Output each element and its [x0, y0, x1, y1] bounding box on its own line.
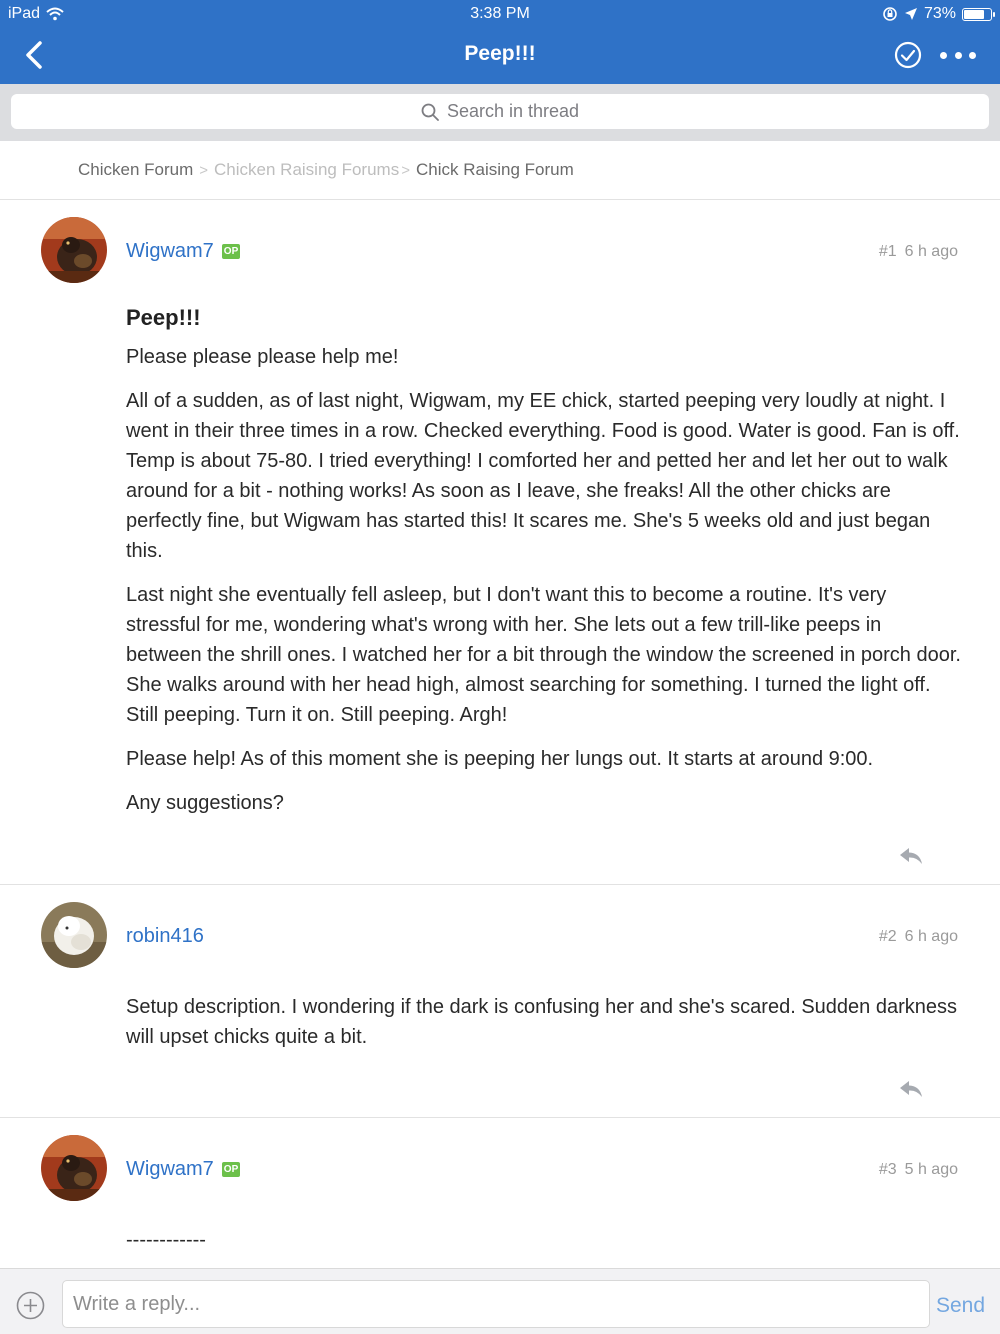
battery-icon: [962, 7, 995, 21]
search-icon: [421, 103, 439, 121]
post-paragraph: Any suggestions?: [126, 792, 284, 814]
battery-percent: 73%: [923, 5, 956, 22]
more-dot: [940, 51, 947, 59]
more-dot: [954, 51, 962, 59]
nav-bar: Peep!!!: [0, 28, 1000, 84]
post-2: robin416 #2 6 h ago Setup description. I …: [0, 885, 1000, 1118]
avatar[interactable]: [41, 1135, 107, 1201]
avatar[interactable]: [41, 902, 107, 968]
send-button[interactable]: Send: [936, 1294, 985, 1318]
post-meta: #1 6 h ago: [879, 243, 958, 261]
post-meta: #2 6 h ago: [879, 928, 958, 946]
check-circle-icon[interactable]: [894, 41, 922, 69]
reply-icon[interactable]: [898, 1079, 924, 1099]
post-number: #3: [878, 1161, 897, 1178]
status-time: 3:38 PM: [470, 5, 530, 22]
post-body: Setup description. I wondering if the da…: [126, 992, 961, 1066]
post-paragraph: Please please please help me!: [126, 346, 399, 368]
search-input[interactable]: Search in thread: [11, 94, 989, 129]
post-3: Wigwam7 OP #3 5 h ago ------------: [0, 1118, 1000, 1268]
search-placeholder: Search in thread: [446, 101, 580, 121]
post-meta: #3 5 h ago: [879, 1161, 958, 1179]
op-badge: OP: [221, 244, 241, 259]
op-badge: OP: [221, 1162, 241, 1177]
post-time: 6 h ago: [904, 928, 958, 945]
plus-circle-icon[interactable]: [16, 1291, 45, 1320]
search-bar-container: Search in thread: [0, 84, 1000, 141]
username-text[interactable]: Wigwam7: [126, 240, 214, 263]
post-paragraph: Last night she eventually fell asleep, b…: [126, 584, 961, 726]
breadcrumb-item-chick-raising-forum[interactable]: Chick Raising Forum: [416, 160, 574, 180]
battery-fill: [964, 9, 985, 19]
chicken-avatar-image: [41, 217, 107, 283]
post-body: Please please please help me! All of a s…: [126, 342, 961, 832]
status-bar: iPad 3:38 PM 73%: [0, 0, 1000, 28]
username-text[interactable]: Wigwam7: [126, 1158, 214, 1181]
post-username[interactable]: Wigwam7 OP: [126, 240, 241, 263]
username-text[interactable]: robin416: [126, 925, 204, 948]
reply-icon[interactable]: [898, 846, 924, 866]
reply-bar: Send: [0, 1268, 1000, 1334]
breadcrumb: Chicken Forum > Chicken Raising Forums >…: [0, 141, 1000, 200]
chicken-avatar-image: [41, 1135, 107, 1201]
post-paragraph: Setup description. I wondering if the da…: [126, 996, 957, 1048]
location-arrow-icon: [904, 8, 917, 20]
post-time: 5 h ago: [904, 1161, 958, 1178]
post-number: #2: [878, 928, 897, 945]
post-username[interactable]: robin416: [126, 925, 204, 948]
breadcrumb-item-chicken-forum[interactable]: Chicken Forum: [78, 160, 193, 180]
post-username[interactable]: Wigwam7 OP: [126, 1158, 241, 1181]
post-paragraph: ------------: [126, 1229, 206, 1251]
nav-title: Peep!!!: [464, 42, 536, 65]
post-title: Peep!!!: [126, 305, 201, 330]
more-icon[interactable]: [940, 44, 976, 66]
chevron-right-icon: >: [401, 161, 410, 179]
post-body: ------------: [126, 1225, 961, 1269]
silkie-avatar-image: [41, 902, 107, 968]
post-number: #1: [878, 243, 897, 260]
more-dot: [969, 51, 976, 59]
post-paragraph: All of a sudden, as of last night, Wigwa…: [126, 390, 960, 562]
rotation-lock-icon: [883, 7, 897, 21]
top-bar: iPad 3:38 PM 73% Peep!!!: [0, 0, 1000, 84]
post-1: Wigwam7 OP #1 6 h ago Peep!!! Please plea…: [0, 200, 1000, 885]
breadcrumb-item-chicken-raising-forums[interactable]: Chicken Raising Forums: [214, 160, 399, 180]
post-time: 6 h ago: [904, 243, 958, 260]
post-paragraph: Please help! As of this moment she is pe…: [126, 748, 874, 770]
chevron-right-icon: >: [199, 161, 209, 179]
avatar[interactable]: [41, 217, 107, 283]
status-right: 73%: [882, 5, 995, 23]
reply-input[interactable]: [62, 1280, 930, 1328]
